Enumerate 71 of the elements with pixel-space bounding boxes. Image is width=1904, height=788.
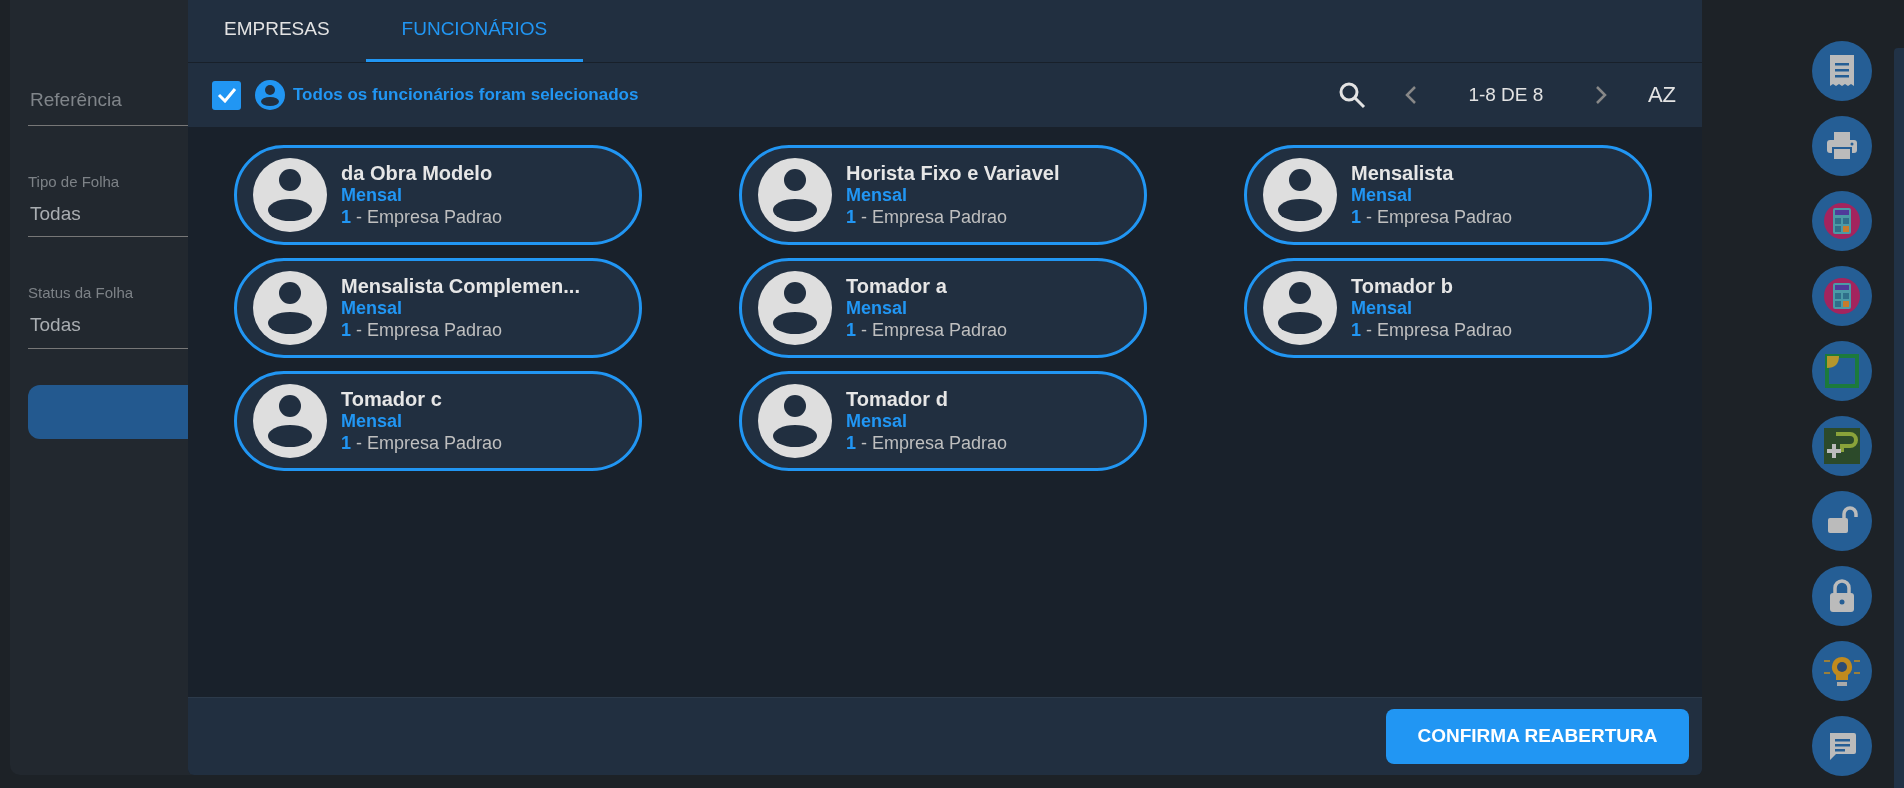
employee-name: Mensalista Complemen... [341,275,580,298]
employee-name: Tomador b [1351,275,1454,298]
payroll-type: Mensal [846,298,909,319]
toolbar-button[interactable] [1812,416,1872,476]
employee-name: Tomador d [846,388,949,411]
employee-card[interactable]: Tomador d Mensal 1 - Empresa Padrao [739,371,1147,471]
payroll-type: Mensal [341,185,404,206]
calculator-icon [1823,202,1861,240]
avatar-icon [1263,271,1337,345]
avatar-icon [758,384,832,458]
payroll-type: Mensal [846,411,909,432]
toolbar-button[interactable] [1812,41,1872,101]
payroll-type: Mensal [341,411,404,432]
unlock-icon [1826,506,1858,536]
add-icon [1824,428,1860,464]
toolbar-button[interactable] [1812,716,1872,776]
employee-name: Tomador c [341,388,443,411]
employee-name: Tomador a [846,275,948,298]
employee-card[interactable]: Tomador c Mensal 1 - Empresa Padrao [234,371,642,471]
company-text: 1 - Empresa Padrao [846,432,1008,454]
avatar-icon [758,271,832,345]
person-icon [255,80,285,110]
payroll-type: Mensal [1351,185,1414,206]
next-button[interactable] [1593,85,1608,105]
employee-name: Horista Fixo e Variavel [846,162,1060,185]
company-text: 1 - Empresa Padrao [1351,319,1513,341]
toolbar-button[interactable] [1812,266,1872,326]
avatar-icon [253,384,327,458]
checkbox[interactable] [212,80,241,110]
employee-name: da Obra Modelo [341,162,494,185]
document-icon [1824,353,1860,389]
lock-icon [1829,579,1855,613]
field-label: Tipo de Folha [28,171,120,192]
check-icon [216,87,237,103]
toolbar-button[interactable] [1812,641,1872,701]
employee-card[interactable]: Horista Fixo e Variavel Mensal 1 - Empresa Padrao [739,145,1147,245]
employee-card[interactable]: Mensalista Mensal 1 - Empresa Padrao [1244,145,1652,245]
employee-card[interactable]: Tomador a Mensal 1 - Empresa Padrao [739,258,1147,358]
tab[interactable]: EMPRESAS [188,0,366,62]
avatar-icon [253,271,327,345]
toolbar-button[interactable] [1812,191,1872,251]
payroll-type: Mensal [846,185,909,206]
field-label: Status da Folha [28,283,134,303]
selection-status: Todos os funcionários foram selecionados [293,84,639,107]
employee-card[interactable]: Tomador b Mensal 1 - Empresa Padrao [1244,258,1652,358]
employee-card[interactable]: Mensalista Complemen... Mensal 1 - Empresa Padrao [234,258,642,358]
previous-button[interactable] [1403,85,1418,105]
company-text: 1 - Empresa Padrao [341,319,504,341]
avatar-icon [758,158,832,232]
search-button[interactable] [1337,81,1366,109]
employee-name: Mensalista [1351,162,1455,185]
payroll-type: Mensal [1351,298,1414,319]
toolbar-button[interactable] [1812,116,1872,176]
payroll-type: Mensal [341,298,404,319]
toolbar-button[interactable] [1812,566,1872,626]
printer-icon [1826,131,1858,161]
toolbar-button[interactable] [1812,341,1872,401]
page-range: 1-8 DE 8 [1467,82,1545,107]
company-text: 1 - Empresa Padrao [1351,206,1513,228]
company-text: 1 - Empresa Padrao [341,206,503,228]
chat-icon [1827,731,1857,761]
company-text: 1 - Empresa Padrao [846,319,1008,341]
avatar-icon [253,158,327,232]
calculator-icon [1823,277,1861,315]
receipt-icon [1827,54,1857,88]
company-text: 1 - Empresa Padrao [341,432,503,454]
company-text: 1 - Empresa Padrao [846,206,1009,228]
avatar-icon [1263,158,1337,232]
sort-button[interactable]: AZ [1643,84,1680,106]
employee-card[interactable]: da Obra Modelo Mensal 1 - Empresa Padrao [234,145,642,245]
toolbar-button[interactable] [1812,491,1872,551]
